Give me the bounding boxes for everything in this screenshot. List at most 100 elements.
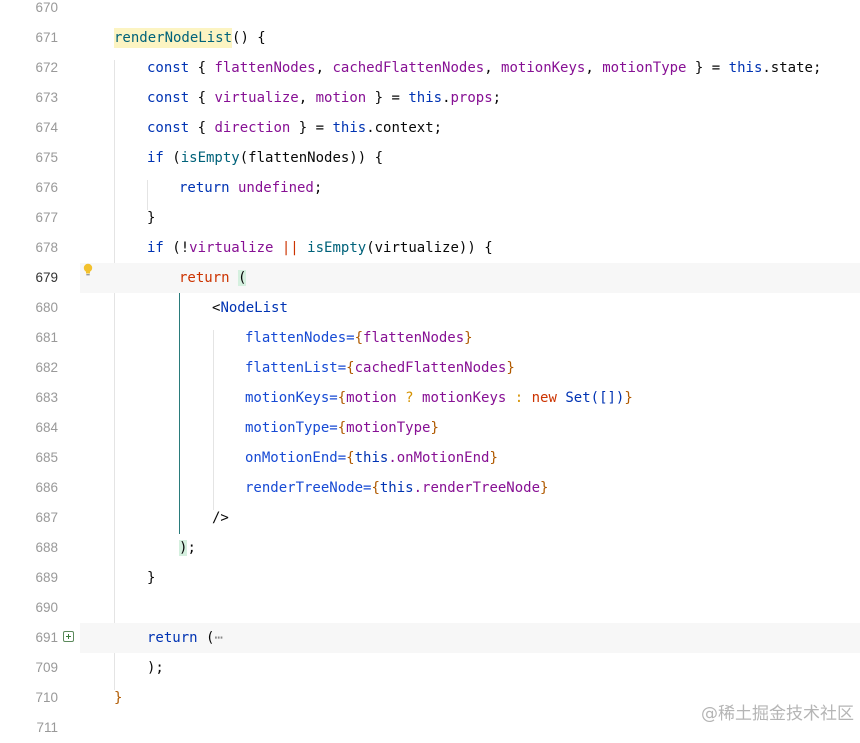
code-token: } bbox=[624, 390, 633, 406]
keyword: const bbox=[147, 90, 190, 106]
code-token: (flattenNodes)) { bbox=[239, 150, 384, 166]
code-line[interactable]: 684 motionType={motionType} bbox=[0, 413, 860, 443]
keyword: this bbox=[379, 480, 414, 496]
current-code-line[interactable]: 679 return ( bbox=[35, 263, 860, 293]
property: props bbox=[450, 90, 493, 106]
variable: motionType bbox=[346, 420, 431, 436]
keyword: return bbox=[147, 630, 198, 646]
line-number: 711 bbox=[36, 720, 58, 735]
property: .onMotionEnd bbox=[388, 450, 490, 466]
code-token: } = bbox=[686, 60, 729, 76]
keyword: const bbox=[147, 120, 190, 136]
code-line[interactable]: 685 onMotionEnd={this.onMotionEnd} bbox=[0, 443, 860, 473]
line-number: 679 bbox=[35, 270, 58, 285]
code-token: (virtualize)) { bbox=[366, 240, 493, 256]
keyword: new bbox=[531, 390, 557, 406]
code-line[interactable]: 675 if (isEmpty(flattenNodes)) { bbox=[0, 143, 860, 173]
line-number: 678 bbox=[35, 240, 58, 255]
code-line[interactable]: 688 ); bbox=[0, 533, 860, 563]
code-line[interactable]: 682 flattenList={cachedFlattenNodes} bbox=[0, 353, 860, 383]
keyword: const bbox=[147, 60, 190, 76]
function-call: isEmpty bbox=[307, 240, 367, 256]
code-token: ; bbox=[492, 90, 502, 106]
jsx-attribute: motionKeys= bbox=[245, 390, 338, 406]
code-line[interactable]: 677 } bbox=[0, 203, 860, 233]
keyword: this bbox=[354, 450, 389, 466]
code-line[interactable]: 671 renderNodeList() { bbox=[0, 23, 860, 53]
code-token: . bbox=[442, 90, 451, 106]
line-number: 688 bbox=[35, 540, 58, 555]
code-line[interactable]: 673 const { virtualize, motion } = this.… bbox=[0, 83, 860, 113]
line-number: 710 bbox=[35, 690, 58, 705]
code-line[interactable]: 709 ); bbox=[0, 653, 860, 683]
code-line[interactable]: 681 flattenNodes={flattenNodes} bbox=[0, 323, 860, 353]
line-number: 682 bbox=[35, 360, 58, 375]
code-token: ); bbox=[147, 660, 164, 676]
code-token: , bbox=[484, 60, 502, 76]
property: .renderTreeNode bbox=[413, 480, 541, 496]
code-token: ( bbox=[163, 150, 181, 166]
code-line[interactable]: 674 const { direction } = this.context; bbox=[0, 113, 860, 143]
keyword: this bbox=[332, 120, 367, 136]
line-number: 674 bbox=[35, 120, 58, 135]
function-call: isEmpty bbox=[180, 150, 240, 166]
code-editor[interactable]: 670 671 renderNodeList() { 672 const { f… bbox=[0, 0, 860, 735]
code-token: } bbox=[506, 360, 515, 376]
variable: motion bbox=[315, 90, 367, 106]
variable: flattenNodes bbox=[363, 330, 465, 346]
line-number: 672 bbox=[35, 60, 58, 75]
code-line[interactable]: 680 <NodeList bbox=[0, 293, 860, 323]
code-line[interactable]: 672 const { flattenNodes, cachedFlattenN… bbox=[0, 53, 860, 83]
code-token: () { bbox=[232, 30, 266, 46]
line-number: 676 bbox=[35, 180, 58, 195]
variable: virtualize bbox=[189, 240, 274, 256]
line-number: 709 bbox=[35, 660, 58, 675]
code-token: } bbox=[147, 570, 156, 586]
code-token: } bbox=[114, 690, 123, 706]
code-line[interactable]: 676 return undefined; bbox=[0, 173, 860, 203]
code-line[interactable]: 670 bbox=[0, 0, 860, 23]
line-number: 673 bbox=[35, 90, 58, 105]
code-token: { bbox=[189, 60, 215, 76]
code-line[interactable]: 690 bbox=[0, 593, 860, 623]
variable: motionKeys bbox=[501, 60, 586, 76]
operator: || bbox=[273, 240, 308, 256]
code-token: { bbox=[346, 450, 355, 466]
line-number: 670 bbox=[35, 0, 58, 15]
code-line[interactable]: 687 /> bbox=[0, 503, 860, 533]
variable: motionKeys bbox=[422, 390, 507, 406]
code-token: ( bbox=[197, 630, 215, 646]
code-line[interactable]: 686 renderTreeNode={this.renderTreeNode} bbox=[0, 473, 860, 503]
code-token: { bbox=[346, 360, 355, 376]
line-number: 687 bbox=[35, 510, 58, 525]
code-token: { bbox=[354, 330, 364, 346]
variable: motionType bbox=[602, 60, 687, 76]
code-token: (! bbox=[163, 240, 190, 256]
code-token: } = bbox=[366, 90, 409, 106]
code-line[interactable]: 678 if (!virtualize || isEmpty(virtualiz… bbox=[0, 233, 860, 263]
variable: cachedFlattenNodes bbox=[332, 60, 485, 76]
code-token: { bbox=[337, 420, 347, 436]
code-token: { bbox=[189, 90, 215, 106]
code-line[interactable]: 683 motionKeys={motion ? motionKeys : ne… bbox=[0, 383, 860, 413]
line-number: 671 bbox=[35, 30, 58, 45]
operator: ? bbox=[396, 390, 423, 406]
folded-code-line[interactable]: 691 return (⋯ bbox=[35, 623, 860, 653]
value: undefined bbox=[229, 180, 314, 196]
expand-fold-icon[interactable] bbox=[63, 631, 74, 642]
code-token: { bbox=[189, 120, 215, 136]
code-token: , bbox=[298, 90, 316, 106]
keyword: this bbox=[728, 60, 763, 76]
line-number: 680 bbox=[35, 300, 58, 315]
code-line[interactable]: 689 } bbox=[0, 563, 860, 593]
jsx-attribute: motionType= bbox=[245, 420, 338, 436]
keyword: if bbox=[147, 150, 164, 166]
line-number: 675 bbox=[35, 150, 58, 165]
keyword: if bbox=[147, 240, 164, 256]
matched-paren: ( bbox=[238, 270, 247, 286]
code-token: /> bbox=[212, 510, 229, 526]
folded-region-ellipsis[interactable]: ⋯ bbox=[214, 630, 222, 646]
lightbulb-icon[interactable] bbox=[83, 263, 93, 276]
jsx-attribute: renderTreeNode= bbox=[245, 480, 372, 496]
jsx-attribute: flattenNodes= bbox=[245, 330, 355, 346]
